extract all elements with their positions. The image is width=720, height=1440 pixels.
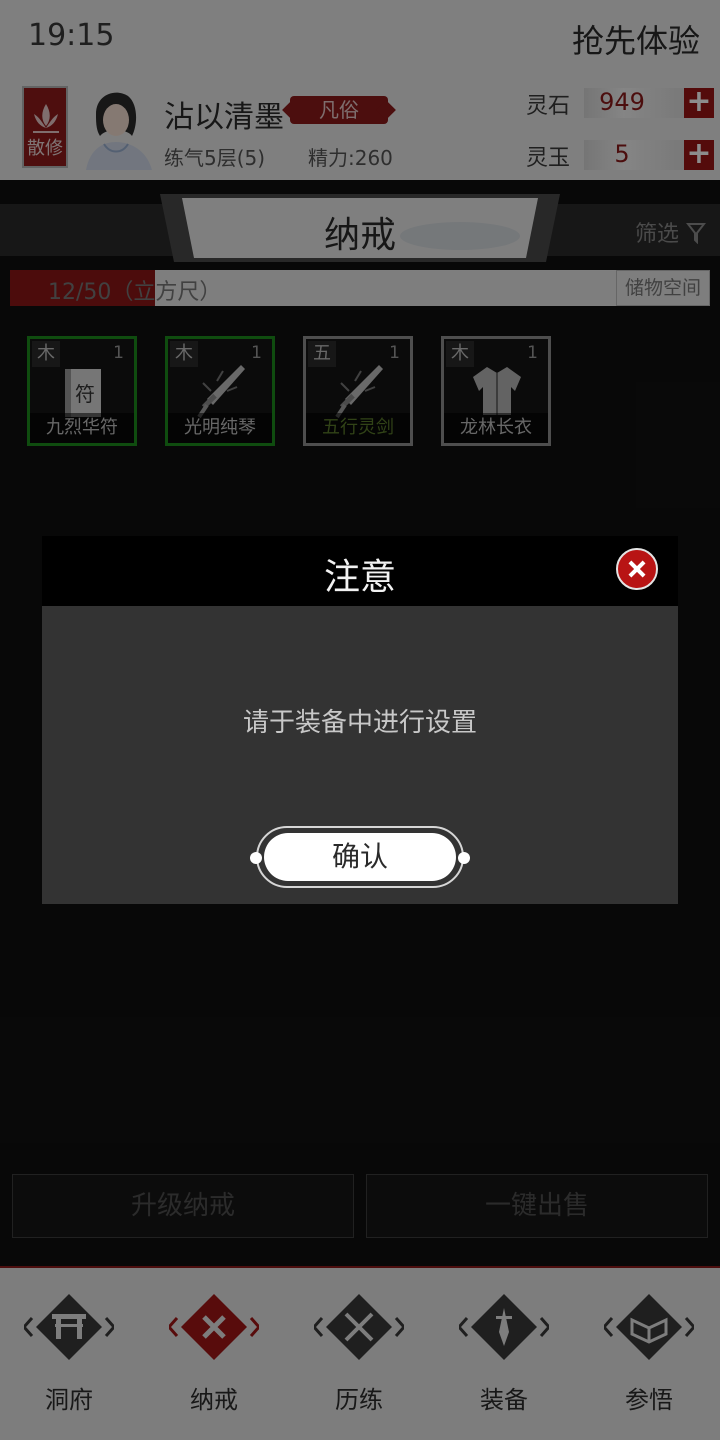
dialog-title: 注意 [323, 557, 396, 598]
close-icon[interactable] [616, 548, 658, 590]
notice-dialog: 注意 请于装备中进行设置 确认 [42, 536, 678, 904]
confirm-dot-left [250, 852, 262, 864]
dialog-message: 请于装备中进行设置 [242, 708, 477, 738]
confirm-button[interactable]: 确认 [264, 833, 456, 881]
dialog-header: 注意 [42, 536, 678, 606]
confirm-button-frame: 确认 [250, 826, 470, 888]
confirm-dot-right [458, 852, 470, 864]
